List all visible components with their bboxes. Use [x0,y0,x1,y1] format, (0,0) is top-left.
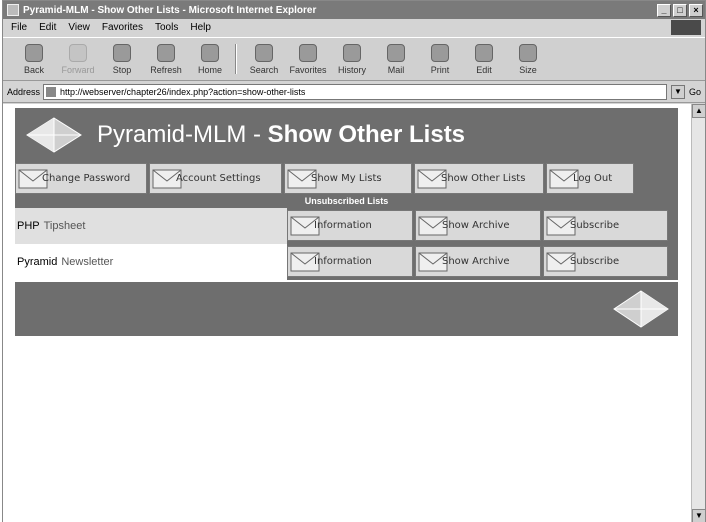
forward-button[interactable]: Forward [57,40,99,75]
menu-bar: File Edit View Favorites Tools Help [3,19,705,36]
menu-view[interactable]: View [68,22,90,33]
address-bar: Address http://webserver/chapter26/index… [3,81,705,103]
favorites-button[interactable]: Favorites [287,40,329,75]
information-button[interactable]: Information [287,246,413,277]
menu-favorites[interactable]: Favorites [102,22,143,33]
page-icon [46,86,57,97]
go-button[interactable]: Go [689,87,701,97]
show-archive-button[interactable]: Show Archive [415,210,541,241]
show-archive-button[interactable]: Show Archive [415,246,541,277]
address-input[interactable]: http://webserver/chapter26/index.php?act… [43,83,667,100]
scroll-down-icon[interactable]: ▼ [692,509,705,522]
print-icon [431,44,449,62]
vertical-scrollbar[interactable]: ▲ ▼ [691,104,705,522]
subscribe-button[interactable]: Subscribe [543,210,668,241]
show-my-lists-button[interactable]: Show My Lists [284,163,412,194]
address-label: Address [7,86,41,97]
page-header: Pyramid-MLM - Show Other Lists [15,108,678,161]
maximize-button[interactable]: □ [673,3,687,17]
mail-button[interactable]: Mail [375,40,417,75]
minimize-button[interactable]: _ [657,3,671,17]
edit-button[interactable]: Edit [463,40,505,75]
information-button[interactable]: Information [287,210,413,241]
pyramid-logo-icon [23,115,85,155]
pyramid-logo-icon [613,290,669,328]
list-actions: Information Show Archive Subscribe [287,208,678,244]
list-name: PHP Tipsheet [15,208,287,244]
close-button[interactable]: × [689,3,703,17]
address-url: http://webserver/chapter26/index.php?act… [60,86,306,97]
pyramid-page: Pyramid-MLM - Show Other Lists Change Pa… [15,108,678,336]
list-row: Pyramid Newsletter Information Show Arch… [15,244,678,280]
history-icon [343,44,361,62]
forward-arrow-icon [69,44,87,62]
scroll-up-icon[interactable]: ▲ [692,104,705,118]
main-nav: Change Password Account Settings Show My… [15,161,678,194]
subscribe-button[interactable]: Subscribe [543,246,668,277]
window-title: Pyramid-MLM - Show Other Lists - Microso… [23,4,317,16]
account-settings-button[interactable]: Account Settings [149,163,282,194]
list-name: Pyramid Newsletter [15,244,287,280]
menu-edit[interactable]: Edit [39,22,56,33]
windows-logo-icon [671,20,701,35]
mail-icon [387,44,405,62]
browser-window: Pyramid-MLM - Show Other Lists - Microso… [2,0,706,522]
page-content: Pyramid-MLM - Show Other Lists Change Pa… [3,104,705,522]
log-out-button[interactable]: Log Out [546,163,634,194]
menu-tools[interactable]: Tools [155,22,178,33]
back-button[interactable]: Back [13,40,55,75]
home-button[interactable]: Home [189,40,231,75]
stop-button[interactable]: Stop [101,40,143,75]
change-password-button[interactable]: Change Password [15,163,147,194]
refresh-button[interactable]: Refresh [145,40,187,75]
refresh-icon [157,44,175,62]
text-size-icon [519,44,537,62]
toolbar-separator [235,44,237,74]
address-dropdown-icon[interactable]: ▼ [670,84,685,99]
back-arrow-icon [25,44,43,62]
stop-icon [113,44,131,62]
show-other-lists-button[interactable]: Show Other Lists [414,163,544,194]
ie-icon [7,4,19,16]
home-icon [201,44,219,62]
print-button[interactable]: Print [419,40,461,75]
list-actions: Information Show Archive Subscribe [287,244,678,280]
menu-file[interactable]: File [11,22,27,33]
size-button[interactable]: Size [507,40,549,75]
edit-icon [475,44,493,62]
page-footer [15,282,678,336]
list-row: PHP Tipsheet Information Show Archive Su… [15,208,678,244]
section-heading: Unsubscribed Lists [15,194,678,208]
history-button[interactable]: History [331,40,373,75]
search-icon [255,44,273,62]
page-title: Pyramid-MLM - Show Other Lists [97,120,466,148]
search-button[interactable]: Search [243,40,285,75]
menu-help[interactable]: Help [190,22,211,33]
toolbar: Back Forward Stop Refresh Home Search Fa… [3,37,705,81]
title-bar: Pyramid-MLM - Show Other Lists - Microso… [3,1,705,19]
favorites-icon [299,44,317,62]
